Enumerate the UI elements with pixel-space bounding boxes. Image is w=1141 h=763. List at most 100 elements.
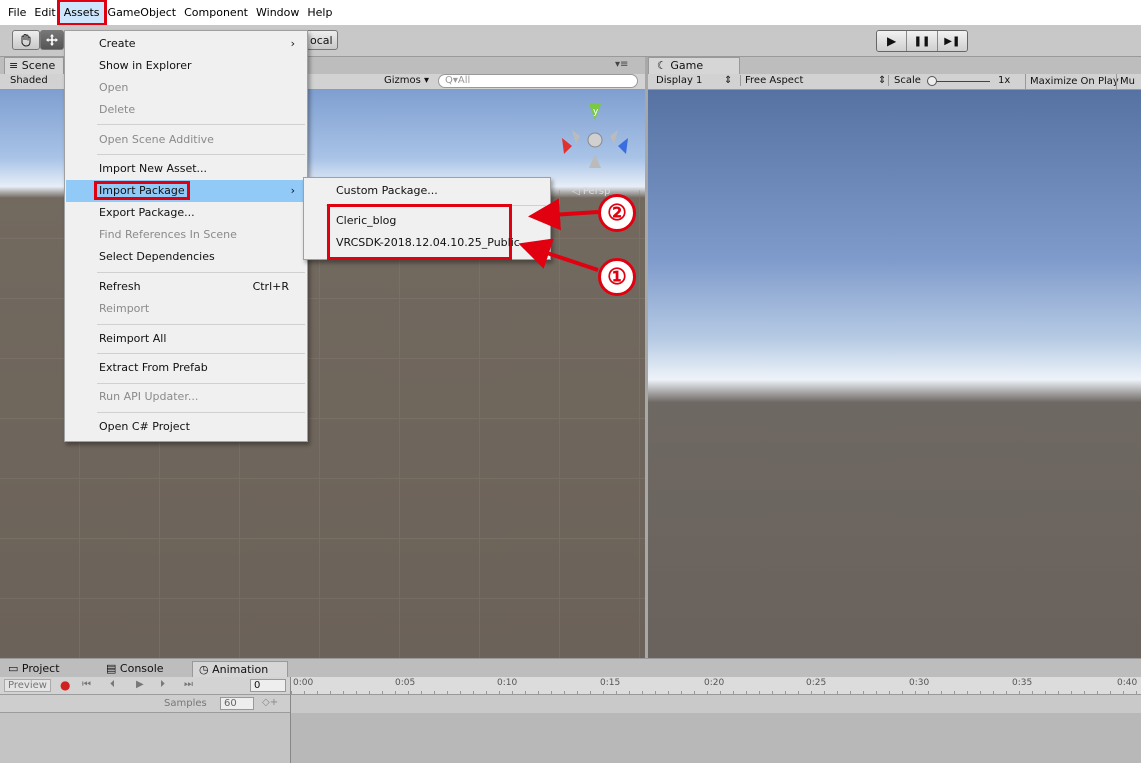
tab-game[interactable]: ☾ Game (648, 57, 740, 74)
pivot-local-toggle[interactable]: ocal (306, 30, 338, 50)
menu-separator (97, 383, 305, 384)
refresh-shortcut: Ctrl+R (252, 280, 289, 293)
menu-create[interactable]: Create › (66, 33, 307, 55)
timeline-tick: 0:05 (395, 678, 416, 688)
menu-refresh[interactable]: Refresh Ctrl+R (66, 276, 307, 298)
tab-animation[interactable]: ◷ Animation (192, 661, 288, 678)
menu-show-in-explorer[interactable]: Show in Explorer (66, 55, 307, 77)
aspect-dropdown[interactable]: Free Aspect (740, 75, 803, 86)
menu-open-scene-additive: Open Scene Additive (99, 133, 214, 146)
menu-extract-from-prefab[interactable]: Extract From Prefab (66, 357, 307, 379)
menu-select-dependencies[interactable]: Select Dependencies (66, 246, 307, 268)
gizmos-dropdown[interactable]: Gizmos ▾ (384, 75, 429, 86)
annotation-circle-two: ② (598, 194, 636, 232)
menu-bar: File Edit Assets GameObject Component Wi… (0, 0, 1141, 26)
display-dropdown[interactable]: Display 1 ⇕ (656, 75, 732, 86)
tab-project[interactable]: ▭ Project (2, 661, 92, 678)
next-frame-button[interactable]: ⏵ (160, 679, 165, 690)
play-button[interactable]: ▶ (877, 31, 908, 51)
scene-search-input[interactable]: Q▾All (438, 74, 638, 88)
menu-help[interactable]: Help (303, 2, 336, 23)
hand-tool-button[interactable] (12, 30, 40, 50)
pause-icon: ❚❚ (913, 35, 931, 47)
scene-gizmo-icon[interactable]: y (560, 102, 630, 182)
menu-find-references: Find References In Scene (99, 228, 237, 241)
highlight-box (327, 204, 512, 260)
scene-grid-icon: ≡ (9, 59, 19, 72)
menu-import-new-asset[interactable]: Import New Asset... (66, 158, 307, 180)
prev-frame-button[interactable]: ⏴ (110, 679, 115, 690)
game-controls-bar: Display 1 ⇕ Free Aspect ⇕ Scale 1x Maxim… (648, 74, 1141, 90)
tab-console[interactable]: ▤ Console (100, 661, 190, 678)
menu-assets[interactable]: Assets (56, 0, 107, 26)
display-label: Display 1 (656, 75, 703, 86)
timeline-tick: 0:20 (704, 678, 725, 688)
timeline-tick: 0:30 (909, 678, 930, 688)
last-frame-button[interactable]: ⏭ (184, 679, 193, 690)
timeline-tick: 0:15 (600, 678, 621, 688)
display-arrow-icon: ⇕ (724, 75, 733, 86)
samples-row: Samples 60 ◇+ (0, 695, 290, 713)
first-frame-button[interactable]: ⏮ (82, 679, 91, 690)
folder-icon: ▭ (8, 662, 19, 675)
animation-controls: Preview ● ⏮ ⏴ ▶ ⏵ ⏭ 0 (0, 677, 290, 695)
animation-properties-area[interactable] (0, 713, 290, 763)
shading-mode-dropdown[interactable]: Shaded (10, 75, 48, 86)
preview-toggle[interactable]: Preview (4, 679, 51, 692)
scale-slider-handle[interactable] (927, 76, 937, 86)
submenu-custom-package[interactable]: Custom Package... (336, 184, 438, 197)
menu-separator (97, 412, 305, 413)
menu-delete: Delete (99, 103, 136, 116)
import-package-submenu: Custom Package... Cleric_blog VRCSDK-201… (303, 177, 551, 260)
frame-input[interactable]: 0 (250, 679, 286, 692)
maximize-on-play-toggle[interactable]: Maximize On Play (1025, 74, 1119, 90)
menu-file[interactable]: File (4, 2, 30, 23)
persp-label[interactable]: ◁ Persp (572, 186, 610, 197)
menu-refresh-label: Refresh (99, 280, 141, 293)
game-tab-bar: ☾ Game (648, 57, 1141, 74)
playback-controls: ▶ ❚❚ ▶❚ (876, 30, 968, 52)
menu-separator (97, 353, 305, 354)
play-animation-button[interactable]: ▶ (136, 679, 144, 690)
menu-edit[interactable]: Edit (30, 2, 59, 23)
console-icon: ▤ (106, 662, 117, 675)
menu-component[interactable]: Component (180, 2, 252, 23)
event-lane[interactable] (290, 695, 1141, 713)
tab-animation-label: Animation (212, 663, 269, 676)
menu-separator (97, 154, 305, 155)
menu-gameobject[interactable]: GameObject (104, 2, 181, 23)
record-button[interactable]: ● (60, 678, 70, 692)
game-tab-label: Game (670, 59, 704, 72)
tab-scene[interactable]: ≡ Scene (4, 57, 64, 74)
scene-tab-label: Scene (21, 59, 56, 72)
aspect-label: Free Aspect (745, 75, 804, 86)
menu-export-package[interactable]: Export Package... (66, 202, 307, 224)
game-viewport[interactable] (648, 90, 1141, 658)
clock-icon: ◷ (199, 663, 209, 676)
scale-value: 1x (998, 75, 1011, 86)
menu-separator (97, 324, 305, 325)
menu-reimport-all[interactable]: Reimport All (66, 328, 307, 350)
scale-label: Scale (888, 75, 921, 86)
tab-project-label: Project (21, 662, 60, 675)
panel-menu-icon[interactable]: ▾≡ (615, 59, 628, 70)
samples-label: Samples (164, 698, 207, 709)
menu-window[interactable]: Window (252, 2, 303, 23)
submenu-cleric-blog[interactable]: Cleric_blog (336, 214, 396, 227)
bottom-tab-bar: ▭ Project ▤ Console ◷ Animation (0, 658, 1141, 678)
timeline-tick: 0:10 (497, 678, 518, 688)
add-keyframe-icon[interactable]: ◇+ (262, 697, 278, 708)
menu-open-csharp-project[interactable]: Open C# Project (66, 416, 307, 438)
tab-console-label: Console (119, 662, 164, 675)
pause-button[interactable]: ❚❚ (907, 31, 938, 51)
timeline-ruler[interactable]: 0:00 0:05 0:10 0:15 0:20 0:25 0:30 0:35 … (290, 677, 1141, 695)
scale-slider[interactable] (928, 81, 990, 82)
menu-import-package[interactable]: Import Package › (66, 180, 307, 202)
samples-input[interactable]: 60 (220, 697, 254, 710)
submenu-vrcsdk[interactable]: VRCSDK-2018.12.04.10.25_Public (336, 236, 520, 249)
move-tool-button[interactable] (40, 30, 64, 50)
step-button[interactable]: ▶❚ (937, 31, 967, 51)
animation-dopesheet[interactable] (290, 713, 1141, 763)
mute-audio-toggle[interactable]: Mu (1116, 74, 1135, 90)
move-icon (46, 34, 58, 46)
